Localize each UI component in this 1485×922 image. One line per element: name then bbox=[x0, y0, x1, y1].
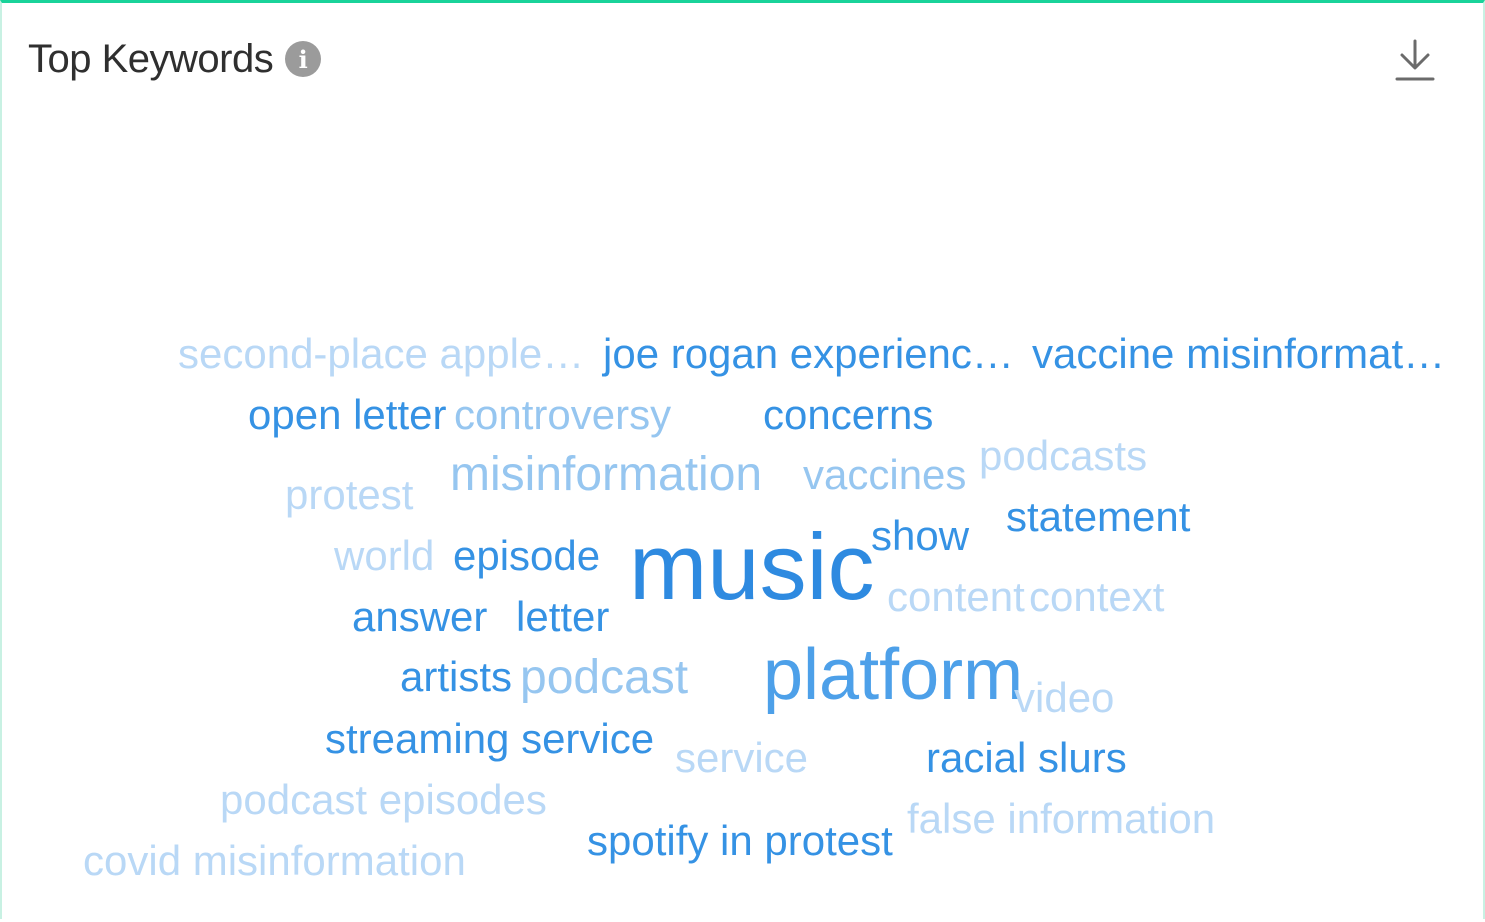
keyword-answer[interactable]: answer bbox=[352, 596, 487, 638]
keyword-spotify-in-protest[interactable]: spotify in protest bbox=[587, 820, 893, 862]
keyword-episode[interactable]: episode bbox=[453, 535, 600, 577]
keyword-video[interactable]: video bbox=[1014, 677, 1114, 719]
keyword-racial-slurs[interactable]: racial slurs bbox=[926, 737, 1127, 779]
keyword-vaccine-misinformation[interactable]: vaccine misinformat… bbox=[1032, 333, 1445, 375]
keyword-podcast-episodes[interactable]: podcast episodes bbox=[220, 779, 547, 821]
keyword-controversy[interactable]: controversy bbox=[454, 394, 671, 436]
top-keywords-card: Top Keywords i second-place apple… joe r… bbox=[0, 0, 1485, 919]
keyword-podcasts[interactable]: podcasts bbox=[979, 435, 1147, 477]
keyword-artists[interactable]: artists bbox=[400, 656, 512, 698]
keyword-service[interactable]: service bbox=[675, 737, 808, 779]
keyword-streaming-service[interactable]: streaming service bbox=[325, 718, 654, 760]
keyword-vaccines[interactable]: vaccines bbox=[803, 454, 966, 496]
keyword-cloud: second-place apple… joe rogan experienc…… bbox=[2, 3, 1485, 922]
keyword-platform[interactable]: platform bbox=[763, 639, 1023, 711]
keyword-show[interactable]: show bbox=[871, 515, 969, 557]
keyword-false-information[interactable]: false information bbox=[907, 798, 1215, 840]
keyword-open-letter[interactable]: open letter bbox=[248, 394, 446, 436]
keyword-podcast[interactable]: podcast bbox=[520, 654, 688, 702]
keyword-letter[interactable]: letter bbox=[516, 596, 609, 638]
keyword-protest[interactable]: protest bbox=[285, 474, 413, 516]
keyword-content[interactable]: content bbox=[887, 576, 1025, 618]
keyword-world[interactable]: world bbox=[334, 535, 434, 577]
keyword-concerns[interactable]: concerns bbox=[763, 394, 933, 436]
keyword-music[interactable]: music bbox=[629, 520, 874, 614]
keyword-statement[interactable]: statement bbox=[1006, 496, 1190, 538]
keyword-joe-rogan-experience[interactable]: joe rogan experienc… bbox=[603, 333, 1014, 375]
keyword-second-place-apple[interactable]: second-place apple… bbox=[178, 333, 584, 375]
keyword-covid-misinformation[interactable]: covid misinformation bbox=[83, 840, 466, 882]
keyword-misinformation[interactable]: misinformation bbox=[450, 451, 762, 499]
keyword-context[interactable]: context bbox=[1029, 576, 1164, 618]
